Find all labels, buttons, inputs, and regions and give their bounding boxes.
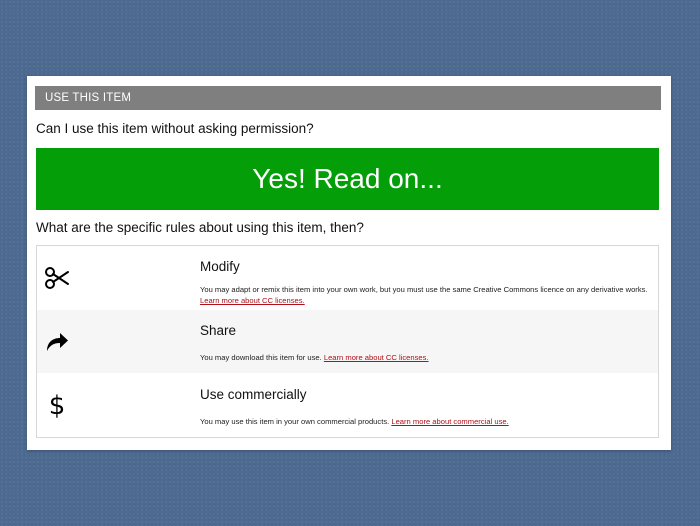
- rule-title: Modify: [200, 259, 240, 274]
- scissors-icon: [43, 264, 71, 292]
- rule-modify: Modify You may adapt or remix this item …: [37, 246, 658, 309]
- permission-question: Can I use this item without asking permi…: [36, 121, 314, 136]
- rule-description: You may adapt or remix this item into yo…: [200, 285, 648, 305]
- rule-commercial: $ Use commercially You may use this item…: [37, 374, 658, 437]
- rules-question: What are the specific rules about using …: [36, 220, 364, 235]
- permission-answer-banner[interactable]: Yes! Read on...: [36, 148, 659, 210]
- learn-more-link[interactable]: Learn more about commercial use.: [391, 417, 508, 426]
- rule-title: Share: [200, 323, 237, 338]
- rules-list: Modify You may adapt or remix this item …: [36, 245, 659, 438]
- share-arrow-icon: [43, 328, 71, 356]
- rule-title: Use commercially: [200, 387, 307, 402]
- rule-description: You may use this item in your own commer…: [200, 417, 509, 426]
- dollar-icon: $: [48, 391, 66, 421]
- use-this-item-panel: USE THIS ITEM Can I use this item withou…: [27, 76, 671, 450]
- rule-share: Share You may download this item for use…: [37, 310, 658, 373]
- section-header: USE THIS ITEM: [35, 86, 661, 110]
- learn-more-link[interactable]: Learn more about CC licenses.: [324, 353, 429, 362]
- learn-more-link[interactable]: Learn more about CC licenses.: [200, 296, 305, 305]
- rule-description: You may download this item for use. Lear…: [200, 353, 429, 362]
